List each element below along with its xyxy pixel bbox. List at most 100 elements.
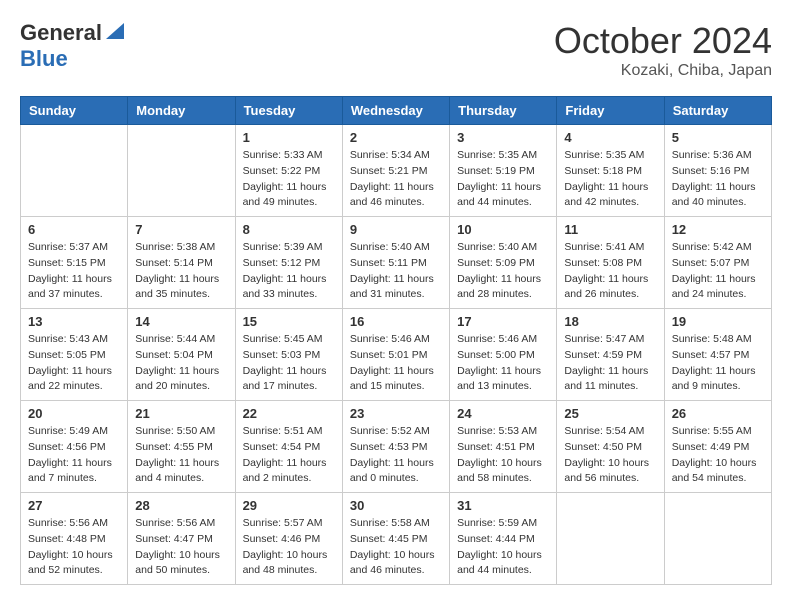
day-number: 8 (243, 222, 335, 237)
day-info: Sunrise: 5:35 AMSunset: 5:18 PMDaylight:… (564, 148, 656, 211)
day-cell-12: 12Sunrise: 5:42 AMSunset: 5:07 PMDayligh… (664, 217, 771, 309)
day-cell-7: 7 Sunrise: 5:38 AMSunset: 5:14 PMDaylight… (128, 217, 235, 309)
day-info: Sunrise: 5:42 AMSunset: 5:07 PMDaylight:… (672, 240, 764, 303)
day-info: Sunrise: 5:46 AMSunset: 5:00 PMDaylight:… (457, 332, 549, 395)
day-info: Sunrise: 5:48 AMSunset: 4:57 PMDaylight:… (672, 332, 764, 395)
location-text: Kozaki, Chiba, Japan (554, 62, 772, 80)
day-info: Sunrise: 5:49 AMSunset: 4:56 PMDaylight:… (28, 424, 120, 487)
day-cell-28: 28 Sunrise: 5:56 AMSunset: 4:47 PMDayligh… (128, 493, 235, 585)
day-info: Sunrise: 5:55 AMSunset: 4:49 PMDaylight:… (672, 424, 764, 487)
week-row-4: 20Sunrise: 5:49 AMSunset: 4:56 PMDayligh… (21, 401, 772, 493)
day-number: 19 (672, 314, 764, 329)
day-cell-26: 26 Sunrise: 5:55 AMSunset: 4:49 PMDayligh… (664, 401, 771, 493)
column-header-sunday: Sunday (21, 97, 128, 125)
day-number: 21 (135, 406, 227, 421)
day-number: 28 (135, 498, 227, 513)
day-cell-8: 8 Sunrise: 5:39 AMSunset: 5:12 PMDaylight… (235, 217, 342, 309)
column-header-wednesday: Wednesday (342, 97, 449, 125)
day-cell-31: 31 Sunrise: 5:59 AMSunset: 4:44 PMDayligh… (450, 493, 557, 585)
day-number: 30 (350, 498, 442, 513)
day-cell-15: 15 Sunrise: 5:45 AMSunset: 5:03 PMDayligh… (235, 309, 342, 401)
day-info: Sunrise: 5:43 AMSunset: 5:05 PMDaylight:… (28, 332, 120, 395)
day-cell-18: 18 Sunrise: 5:47 AMSunset: 4:59 PMDayligh… (557, 309, 664, 401)
day-number: 14 (135, 314, 227, 329)
day-info: Sunrise: 5:34 AMSunset: 5:21 PMDaylight:… (350, 148, 442, 211)
day-number: 24 (457, 406, 549, 421)
day-cell-30: 30 Sunrise: 5:58 AMSunset: 4:45 PMDayligh… (342, 493, 449, 585)
day-cell-6: 6 Sunrise: 5:37 AMSunset: 5:15 PMDaylight… (21, 217, 128, 309)
day-cell-25: 25 Sunrise: 5:54 AMSunset: 4:50 PMDayligh… (557, 401, 664, 493)
day-cell-22: 22Sunrise: 5:51 AMSunset: 4:54 PMDayligh… (235, 401, 342, 493)
day-number: 23 (350, 406, 442, 421)
day-info: Sunrise: 5:59 AMSunset: 4:44 PMDaylight:… (457, 516, 549, 579)
day-number: 25 (564, 406, 656, 421)
day-info: Sunrise: 5:56 AMSunset: 4:47 PMDaylight:… (135, 516, 227, 579)
day-number: 18 (564, 314, 656, 329)
day-info: Sunrise: 5:45 AMSunset: 5:03 PMDaylight:… (243, 332, 335, 395)
day-number: 6 (28, 222, 120, 237)
day-number: 31 (457, 498, 549, 513)
day-cell-1: 1Sunrise: 5:33 AMSunset: 5:22 PMDaylight… (235, 125, 342, 217)
day-number: 7 (135, 222, 227, 237)
day-info: Sunrise: 5:51 AMSunset: 4:54 PMDaylight:… (243, 424, 335, 487)
day-info: Sunrise: 5:57 AMSunset: 4:46 PMDaylight:… (243, 516, 335, 579)
logo-blue-text: Blue (20, 46, 68, 71)
day-cell-3: 3 Sunrise: 5:35 AMSunset: 5:19 PMDaylight… (450, 125, 557, 217)
day-info: Sunrise: 5:39 AMSunset: 5:12 PMDaylight:… (243, 240, 335, 303)
day-number: 4 (564, 130, 656, 145)
day-number: 10 (457, 222, 549, 237)
calendar-header-row: SundayMondayTuesdayWednesdayThursdayFrid… (21, 97, 772, 125)
day-cell-5: 5Sunrise: 5:36 AMSunset: 5:16 PMDaylight… (664, 125, 771, 217)
empty-cell (128, 125, 235, 217)
day-info: Sunrise: 5:40 AMSunset: 5:11 PMDaylight:… (350, 240, 442, 303)
day-info: Sunrise: 5:38 AMSunset: 5:14 PMDaylight:… (135, 240, 227, 303)
day-cell-4: 4 Sunrise: 5:35 AMSunset: 5:18 PMDaylight… (557, 125, 664, 217)
week-row-3: 13 Sunrise: 5:43 AMSunset: 5:05 PMDayligh… (21, 309, 772, 401)
day-number: 9 (350, 222, 442, 237)
day-info: Sunrise: 5:40 AMSunset: 5:09 PMDaylight:… (457, 240, 549, 303)
day-cell-13: 13 Sunrise: 5:43 AMSunset: 5:05 PMDayligh… (21, 309, 128, 401)
logo-arrow-icon (106, 23, 124, 44)
day-number: 13 (28, 314, 120, 329)
day-info: Sunrise: 5:46 AMSunset: 5:01 PMDaylight:… (350, 332, 442, 395)
day-info: Sunrise: 5:58 AMSunset: 4:45 PMDaylight:… (350, 516, 442, 579)
day-info: Sunrise: 5:41 AMSunset: 5:08 PMDaylight:… (564, 240, 656, 303)
day-info: Sunrise: 5:44 AMSunset: 5:04 PMDaylight:… (135, 332, 227, 395)
day-cell-19: 19 Sunrise: 5:48 AMSunset: 4:57 PMDayligh… (664, 309, 771, 401)
logo-general-text: General (20, 20, 102, 46)
page-header: General Blue October 2024 Kozaki, Chiba,… (20, 20, 772, 80)
day-number: 15 (243, 314, 335, 329)
day-info: Sunrise: 5:52 AMSunset: 4:53 PMDaylight:… (350, 424, 442, 487)
month-title: October 2024 (554, 20, 772, 62)
day-info: Sunrise: 5:47 AMSunset: 4:59 PMDaylight:… (564, 332, 656, 395)
day-cell-10: 10 Sunrise: 5:40 AMSunset: 5:09 PMDayligh… (450, 217, 557, 309)
day-cell-24: 24 Sunrise: 5:53 AMSunset: 4:51 PMDayligh… (450, 401, 557, 493)
day-cell-9: 9 Sunrise: 5:40 AMSunset: 5:11 PMDaylight… (342, 217, 449, 309)
day-cell-17: 17 Sunrise: 5:46 AMSunset: 5:00 PMDayligh… (450, 309, 557, 401)
company-logo: General Blue (20, 20, 124, 72)
day-info: Sunrise: 5:54 AMSunset: 4:50 PMDaylight:… (564, 424, 656, 487)
day-number: 26 (672, 406, 764, 421)
day-number: 11 (564, 222, 656, 237)
day-cell-11: 11 Sunrise: 5:41 AMSunset: 5:08 PMDayligh… (557, 217, 664, 309)
day-cell-23: 23 Sunrise: 5:52 AMSunset: 4:53 PMDayligh… (342, 401, 449, 493)
day-info: Sunrise: 5:37 AMSunset: 5:15 PMDaylight:… (28, 240, 120, 303)
day-info: Sunrise: 5:50 AMSunset: 4:55 PMDaylight:… (135, 424, 227, 487)
title-section: October 2024 Kozaki, Chiba, Japan (554, 20, 772, 80)
column-header-saturday: Saturday (664, 97, 771, 125)
day-number: 1 (243, 130, 335, 145)
day-number: 2 (350, 130, 442, 145)
day-cell-16: 16Sunrise: 5:46 AMSunset: 5:01 PMDayligh… (342, 309, 449, 401)
week-row-1: 1Sunrise: 5:33 AMSunset: 5:22 PMDaylight… (21, 125, 772, 217)
day-number: 3 (457, 130, 549, 145)
column-header-tuesday: Tuesday (235, 97, 342, 125)
empty-cell (21, 125, 128, 217)
day-info: Sunrise: 5:35 AMSunset: 5:19 PMDaylight:… (457, 148, 549, 211)
day-cell-20: 20Sunrise: 5:49 AMSunset: 4:56 PMDayligh… (21, 401, 128, 493)
day-number: 17 (457, 314, 549, 329)
empty-cell (557, 493, 664, 585)
column-header-thursday: Thursday (450, 97, 557, 125)
day-info: Sunrise: 5:53 AMSunset: 4:51 PMDaylight:… (457, 424, 549, 487)
empty-cell (664, 493, 771, 585)
column-header-friday: Friday (557, 97, 664, 125)
